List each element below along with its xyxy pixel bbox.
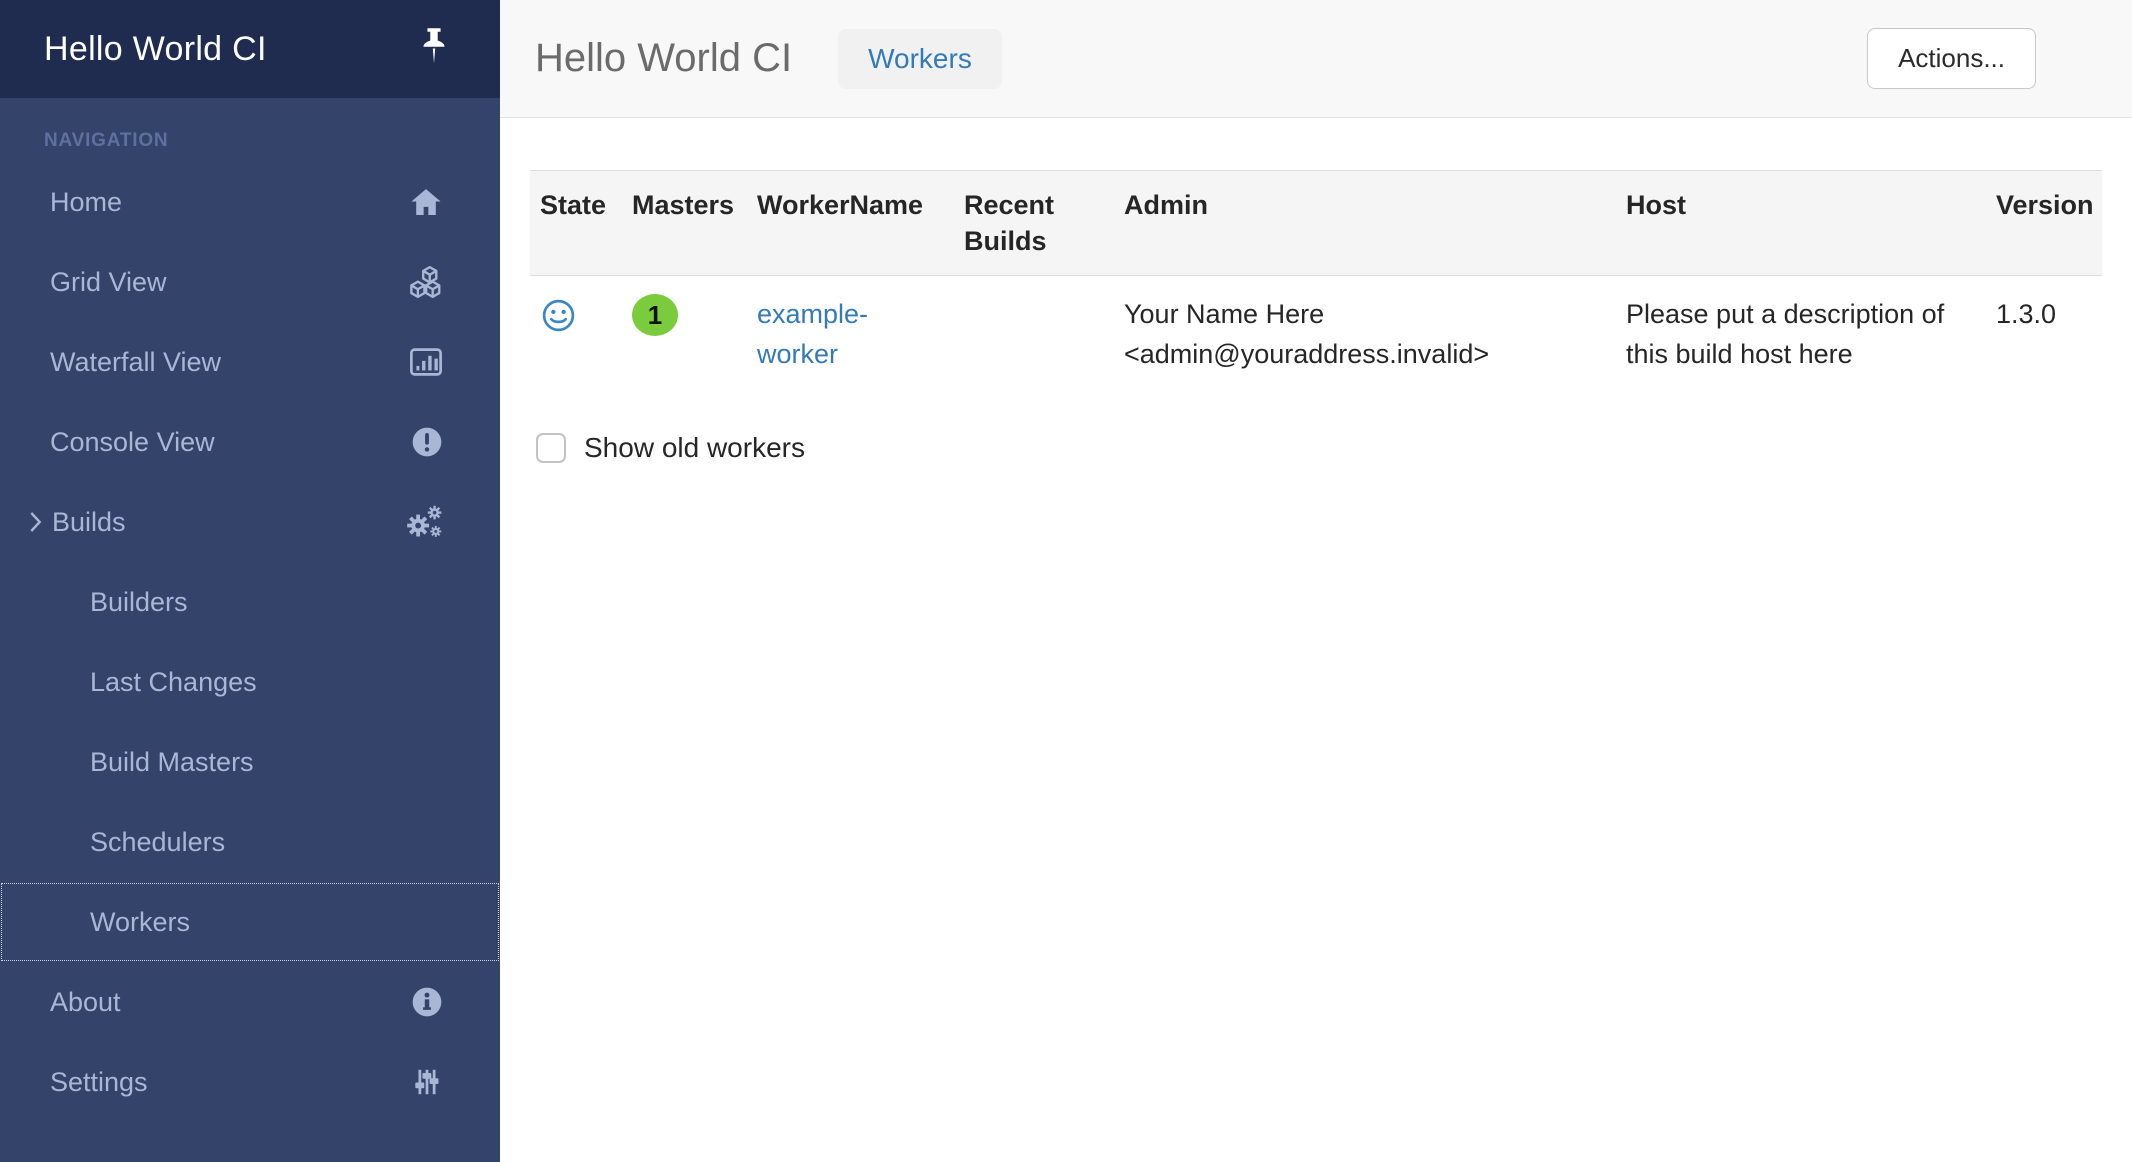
sidebar-item-label: Schedulers	[90, 827, 444, 858]
sidebar-item-waterfall-view[interactable]: Waterfall View	[0, 322, 500, 402]
actions-button[interactable]: Actions...	[1867, 28, 2036, 89]
page-title: Hello World CI	[535, 36, 792, 81]
worker-name-link[interactable]: example-worker	[757, 294, 917, 374]
table-row: 1 example-worker Your Name Here <admin@y…	[530, 276, 2102, 393]
sidebar-item-label: Builders	[90, 587, 444, 618]
sidebar-header: Hello World CI	[0, 0, 500, 98]
sidebar-item-label: Home	[50, 187, 408, 218]
tab-workers[interactable]: Workers	[838, 29, 1002, 89]
bar-chart-icon	[408, 344, 444, 380]
app-window: Hello World CI NAVIGATION Home	[0, 0, 2132, 1162]
worker-host-cell: Please put a description of this build h…	[1616, 276, 1986, 393]
sidebar-item-label: Grid View	[50, 267, 406, 298]
table-header-row: State Masters WorkerName Recent Builds A…	[530, 171, 2102, 276]
col-header-workername: WorkerName	[747, 171, 954, 276]
show-old-workers-row: Show old workers	[536, 432, 2102, 464]
sidebar-item-settings[interactable]: Settings	[0, 1042, 500, 1122]
sidebar-item-last-changes[interactable]: Last Changes	[0, 642, 500, 722]
sidebar-item-label: Workers	[90, 907, 444, 938]
sidebar-item-label: Last Changes	[90, 667, 444, 698]
main-panel: Hello World CI Workers Actions... State …	[500, 0, 2132, 1162]
workers-table: State Masters WorkerName Recent Builds A…	[530, 170, 2102, 392]
worker-recent-builds-cell	[954, 276, 1114, 393]
main-header: Hello World CI Workers Actions...	[500, 0, 2132, 118]
sidebar-item-label: Settings	[50, 1067, 410, 1098]
sidebar-item-label: Console View	[50, 427, 410, 458]
col-header-state: State	[530, 171, 622, 276]
worker-masters-cell: 1	[622, 276, 747, 393]
sidebar-item-label: Builds	[52, 507, 404, 538]
info-circle-icon	[410, 985, 444, 1019]
sidebar-item-schedulers[interactable]: Schedulers	[0, 802, 500, 882]
sliders-icon	[410, 1064, 444, 1100]
sidebar-item-label: Waterfall View	[50, 347, 408, 378]
sidebar-item-build-masters[interactable]: Build Masters	[0, 722, 500, 802]
exclamation-circle-icon	[410, 425, 444, 459]
sidebar-item-home[interactable]: Home	[0, 162, 500, 242]
smiley-online-icon	[540, 297, 612, 334]
sidebar-nav: Home Grid View	[0, 162, 500, 1122]
col-header-host: Host	[1616, 171, 1986, 276]
sidebar-item-about[interactable]: About	[0, 962, 500, 1042]
home-icon	[408, 184, 444, 220]
show-old-workers-checkbox[interactable]	[536, 433, 566, 463]
sidebar-item-workers[interactable]: Workers	[0, 882, 500, 962]
col-header-masters: Masters	[622, 171, 747, 276]
nav-section-label: NAVIGATION	[0, 98, 500, 162]
worker-name-cell: example-worker	[747, 276, 954, 393]
chevron-right-icon	[28, 510, 43, 534]
masters-count-badge: 1	[632, 294, 678, 336]
pin-icon[interactable]	[416, 26, 452, 72]
sidebar-item-builders[interactable]: Builders	[0, 562, 500, 642]
sidebar: Hello World CI NAVIGATION Home	[0, 0, 500, 1162]
sidebar-item-label: Build Masters	[90, 747, 444, 778]
brand-title[interactable]: Hello World CI	[44, 30, 267, 69]
cogs-icon	[404, 503, 444, 541]
sidebar-item-builds[interactable]: Builds	[0, 482, 500, 562]
worker-admin-cell: Your Name Here <admin@youraddress.invali…	[1114, 276, 1616, 393]
col-header-admin: Admin	[1114, 171, 1616, 276]
worker-version-cell: 1.3.0	[1986, 276, 2102, 393]
col-header-recent-builds: Recent Builds	[954, 171, 1114, 276]
worker-state-cell	[530, 276, 622, 393]
col-header-version: Version	[1986, 171, 2102, 276]
content-area: State Masters WorkerName Recent Builds A…	[500, 118, 2132, 464]
show-old-workers-label[interactable]: Show old workers	[584, 432, 805, 464]
sidebar-item-grid-view[interactable]: Grid View	[0, 242, 500, 322]
sidebar-item-label: About	[50, 987, 410, 1018]
cubes-icon	[406, 263, 444, 301]
sidebar-item-console-view[interactable]: Console View	[0, 402, 500, 482]
